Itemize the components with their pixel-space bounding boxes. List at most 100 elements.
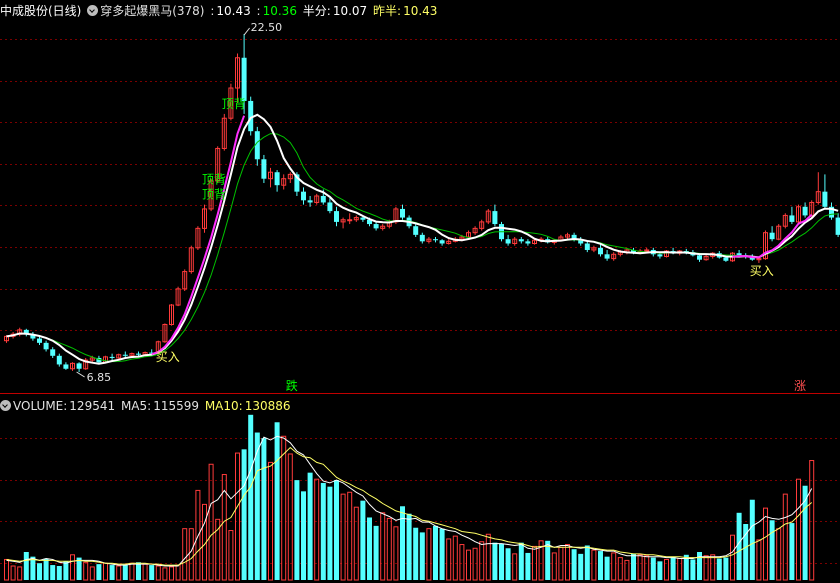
dropdown-icon[interactable] bbox=[87, 5, 99, 16]
volume-bar bbox=[439, 528, 445, 580]
half-label: 半分: bbox=[302, 4, 331, 18]
volume-bar bbox=[294, 480, 300, 580]
low-pointer bbox=[76, 371, 85, 378]
volume-bar bbox=[525, 552, 531, 580]
value2: 10.36 bbox=[262, 4, 297, 18]
candle-body bbox=[604, 254, 610, 259]
value2-label: : bbox=[256, 4, 261, 18]
volume-bar bbox=[188, 528, 194, 581]
candle-body bbox=[109, 356, 115, 358]
volume-bar bbox=[136, 562, 141, 580]
candle-body bbox=[505, 239, 511, 244]
volume-bar bbox=[56, 566, 62, 580]
volume-bar bbox=[466, 549, 471, 581]
volume-bar bbox=[505, 548, 511, 580]
volume-bar bbox=[17, 566, 23, 581]
volume-bar bbox=[419, 532, 425, 580]
candle-body bbox=[525, 241, 531, 244]
volume-bar bbox=[637, 554, 643, 581]
volume-bar bbox=[809, 460, 815, 581]
volume-bar bbox=[492, 542, 498, 580]
volume-bar bbox=[723, 557, 729, 580]
price-header: 中成股份(日线) 穿多起爆黑马(378) :10.43 :10.36 半分: 10… bbox=[0, 1, 439, 21]
candle-body bbox=[307, 200, 313, 203]
dropdown-icon[interactable] bbox=[0, 400, 11, 411]
kline-chart: 22.506.85买入买入顶背顶背顶背跌涨 bbox=[0, 21, 840, 581]
volume-bar bbox=[677, 558, 683, 581]
volume-bar bbox=[512, 553, 518, 581]
volume-bar bbox=[631, 553, 636, 580]
volume-bar bbox=[353, 506, 359, 581]
volume-bar bbox=[499, 543, 504, 580]
candle-body bbox=[789, 215, 795, 222]
candle-body bbox=[802, 206, 808, 216]
volume-bar bbox=[96, 564, 102, 580]
ma10-value: 130886 bbox=[244, 399, 291, 413]
volume-bar bbox=[248, 414, 254, 580]
candle-body bbox=[835, 217, 840, 235]
volume-bar bbox=[340, 493, 346, 581]
candle-body bbox=[301, 191, 306, 201]
volume-bar bbox=[70, 554, 75, 581]
candle-body bbox=[400, 208, 405, 218]
volume-bar bbox=[551, 552, 557, 581]
candle-body bbox=[122, 354, 128, 356]
candle-body bbox=[492, 211, 498, 225]
candle-body bbox=[433, 239, 438, 241]
volume-bar bbox=[254, 432, 260, 580]
volume-bar bbox=[479, 541, 485, 581]
volume-bar bbox=[472, 547, 478, 581]
volume-bar bbox=[617, 557, 623, 581]
volume-bar bbox=[103, 562, 108, 581]
volume-bar bbox=[169, 566, 174, 581]
volume-bar bbox=[518, 542, 524, 580]
volume-bar bbox=[23, 552, 29, 580]
volume-bar bbox=[730, 534, 735, 581]
stock-name[interactable]: 中成股份(日线) bbox=[0, 4, 81, 18]
volume-bar bbox=[320, 482, 326, 580]
volume-bar bbox=[347, 491, 353, 581]
volume-bar bbox=[380, 512, 386, 581]
candle-body bbox=[261, 159, 267, 179]
value1-label: : bbox=[210, 4, 215, 18]
volume-bar bbox=[386, 517, 392, 581]
volume-bar bbox=[459, 544, 465, 581]
candle-body bbox=[43, 342, 49, 350]
volume-bar bbox=[578, 553, 584, 580]
volume-bar bbox=[155, 565, 161, 581]
candle-body bbox=[327, 202, 333, 212]
volume-bar bbox=[241, 449, 247, 580]
top-divergence-label: 顶背 bbox=[202, 188, 226, 202]
volume-bar bbox=[763, 507, 768, 581]
indicator-name[interactable]: 穿多起爆黑马(378) bbox=[100, 4, 204, 18]
volume-bar bbox=[307, 472, 313, 580]
volume-bar bbox=[281, 435, 287, 581]
volume-bar bbox=[116, 565, 122, 581]
volume-label[interactable]: VOLUME: bbox=[13, 399, 67, 413]
candle-body bbox=[63, 364, 69, 369]
volume-bar bbox=[644, 555, 650, 581]
volume-bar bbox=[756, 539, 762, 581]
volume-bar bbox=[452, 535, 458, 581]
volume-bar bbox=[446, 538, 452, 581]
volume-bar bbox=[650, 557, 656, 580]
volume-bar bbox=[433, 525, 438, 580]
volume-bar bbox=[327, 486, 333, 580]
volume-bar bbox=[4, 558, 9, 581]
volume-bar bbox=[334, 480, 339, 580]
value1: 10.43 bbox=[216, 4, 251, 18]
candle-body bbox=[584, 243, 590, 250]
candle-body bbox=[37, 338, 42, 343]
volume-bar bbox=[393, 526, 399, 581]
volume-bar bbox=[664, 558, 669, 581]
candle-body bbox=[697, 255, 702, 260]
volume-bar bbox=[406, 513, 412, 580]
candle-body bbox=[598, 247, 603, 255]
volume-bar bbox=[109, 565, 115, 580]
ma5-label: MA5: bbox=[120, 399, 152, 413]
volume-bar bbox=[142, 563, 148, 581]
candle-body bbox=[50, 349, 56, 356]
volume-bar bbox=[413, 527, 419, 580]
volume-header: VOLUME: 129541 MA5: 115599 MA10: 130886 bbox=[0, 396, 293, 416]
volume-bar bbox=[63, 561, 69, 580]
